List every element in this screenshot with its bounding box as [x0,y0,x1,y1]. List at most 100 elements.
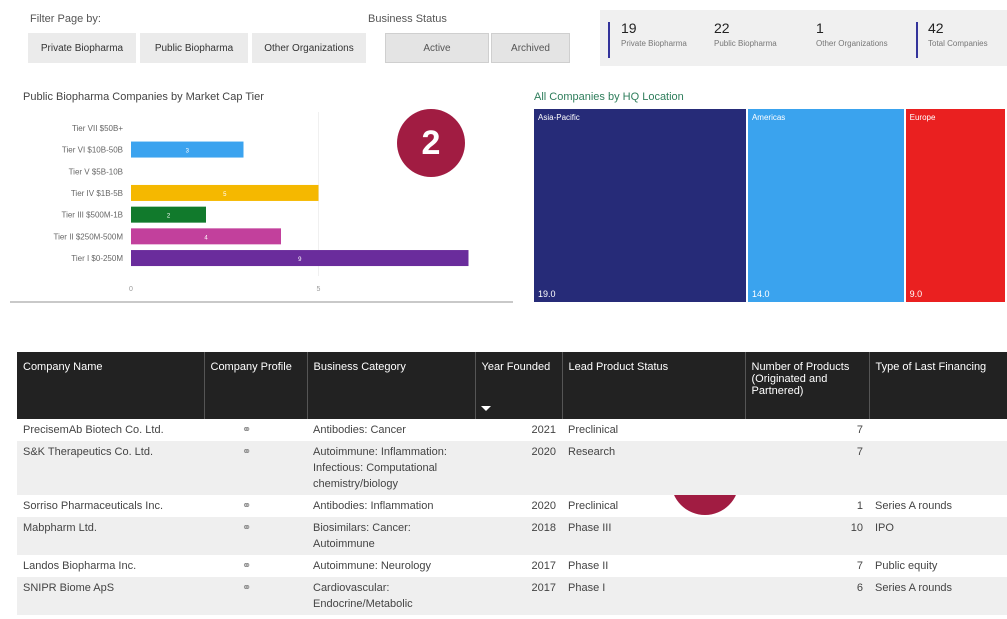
cell-business-category: Antibodies: Cancer [313,424,406,436]
table-row[interactable]: SNIPR Biome ApS ⚭ Cardiovascular: Endocrin… [17,577,1007,615]
treemap-tile-name: Europe [909,113,936,122]
x-tick-label: 5 [317,286,321,293]
kpi-value: 1 [816,20,824,36]
kpi-label: Other Organizations [816,39,888,48]
cell-company-name: Landos Biopharma Inc. [23,560,137,572]
step-badge-2: 2 [397,109,465,177]
cell-year-founded: 2017 [531,560,556,572]
col-header-lead-product-status[interactable]: Lead Product Status [562,352,746,419]
status-active-button[interactable]: Active [385,33,489,63]
x-tick-label: 0 [129,286,133,293]
kpi-value: 42 [928,20,944,36]
cell-company-name: S&K Therapeutics Co. Ltd. [23,446,154,458]
kpi-divider [608,22,610,58]
cell-type-of-last-financing: Public equity [875,560,938,572]
filter-page-label: Filter Page by: [30,13,101,25]
cell-type-of-last-financing: IPO [875,522,894,534]
table-row[interactable]: Landos Biopharma Inc. ⚭ Autoimmune: Neurol… [17,555,1007,577]
kpi-other-organizations: 1 Other Organizations [816,20,888,48]
col-header-year-founded[interactable]: Year Founded [475,352,563,419]
cell-year-founded: 2020 [531,446,556,458]
cell-year-founded: 2018 [531,522,556,534]
cell-year-founded: 2021 [531,424,556,436]
cell-type-of-last-financing [869,419,1007,441]
cell-business-category: Cardiovascular: Endocrine/Metabolic [313,582,413,610]
table-row[interactable]: Sorriso Pharmaceuticals Inc. ⚭ Antibodies:… [17,495,1007,517]
cell-lead-product-status: Phase III [568,522,612,534]
kpi-label: Public Biopharma [714,39,777,48]
kpi-private-biopharma: 19 Private Biopharma [621,20,687,48]
col-header-year-founded-label: Year Founded [481,361,551,373]
col-header-type-of-last-financing[interactable]: Type of Last Financing [869,352,1007,419]
bar-category-label: Tier II $250M-500M [53,232,123,241]
treemap-tile-value: 19.0 [538,289,556,299]
col-header-company-name[interactable]: Company Name [17,352,205,419]
col-header-business-category[interactable]: Business Category [307,352,476,419]
cell-company-name: Sorriso Pharmaceuticals Inc. [23,500,163,512]
kpi-value: 19 [621,20,637,36]
filter-public-biopharma-button[interactable]: Public Biopharma [140,33,248,63]
companies-table: Company Name Company Profile Business Ca… [17,352,1007,619]
company-profile-link-icon[interactable]: ⚭ [204,441,307,495]
company-profile-link-icon[interactable]: ⚭ [204,495,307,517]
cell-lead-product-status: Phase I [568,582,606,594]
cell-lead-product-status: Phase II [568,560,609,572]
kpi-label: Private Biopharma [621,39,687,48]
cell-number-of-products: 7 [856,424,863,436]
cell-number-of-products: 7 [856,446,863,458]
table-row[interactable]: PrecisemAb Biotech Co. Ltd. ⚭ Antibodies: … [17,419,1007,441]
bar-category-label: Tier VI $10B-50B [62,146,123,155]
kpi-value: 22 [714,20,730,36]
treemap-tile-value: 14.0 [751,289,770,299]
cell-business-category: Antibodies: Inflammation [313,500,434,512]
treemap-tile[interactable]: Europe 9.0 [905,109,1005,302]
company-profile-link-icon[interactable]: ⚭ [204,419,307,441]
col-header-number-of-products[interactable]: Number of Products (Originated and Partn… [745,352,870,419]
company-profile-link-icon[interactable]: ⚭ [204,517,307,555]
treemap-tile[interactable]: Americas 14.0 [747,109,904,302]
kpi-public-biopharma: 22 Public Biopharma [714,20,777,48]
cell-business-category: Autoimmune: Inflammation: Infectious: Co… [313,446,447,490]
treemap-tile-name: Asia-Pacific [538,113,580,122]
bar-category-label: Tier V $5B-10B [69,167,123,176]
status-archived-button[interactable]: Archived [491,33,570,63]
cell-company-name: SNIPR Biome ApS [23,582,115,594]
cell-company-name: PrecisemAb Biotech Co. Ltd. [23,424,164,436]
kpi-label: Total Companies [928,39,988,48]
sort-descending-icon[interactable] [480,406,491,411]
kpi-divider [916,22,918,58]
cell-type-of-last-financing: Series A rounds [875,500,953,512]
chart-divider [10,301,513,303]
col-header-company-profile[interactable]: Company Profile [204,352,308,419]
cell-year-founded: 2017 [531,582,556,594]
cell-number-of-products: 1 [856,500,863,512]
treemap-title: All Companies by HQ Location [534,91,684,103]
cell-company-name: Mabpharm Ltd. [23,522,97,534]
cell-number-of-products: 6 [856,582,863,594]
treemap-tile[interactable]: Asia-Pacific 19.0 [534,109,746,302]
company-profile-link-icon[interactable]: ⚭ [204,555,307,577]
bar-category-label: Tier VII $50B+ [72,124,123,133]
bar-category-label: Tier IV $1B-5B [71,189,123,198]
cell-type-of-last-financing: Series A rounds [875,582,953,594]
cell-number-of-products: 10 [850,522,863,534]
cell-lead-product-status: Preclinical [568,500,619,512]
bar-chart-title: Public Biopharma Companies by Market Cap… [23,91,264,103]
table-row[interactable]: S&K Therapeutics Co. Ltd. ⚭ Autoimmune: In… [17,441,1007,495]
company-profile-link-icon[interactable]: ⚭ [204,577,307,615]
filter-private-biopharma-button[interactable]: Private Biopharma [28,33,136,63]
table-header-row: Company Name Company Profile Business Ca… [17,352,1007,419]
kpi-total-companies: 42 Total Companies [928,20,988,48]
bar-category-label: Tier III $500M-1B [61,211,123,220]
hq-location-treemap: Asia-Pacific 19.0 Americas 14.0 Europe 9.0 [534,109,1007,302]
cell-business-category: Biosimilars: Cancer: Autoimmune [313,522,411,550]
cell-number-of-products: 7 [856,560,863,572]
cell-business-category: Autoimmune: Neurology [313,560,432,572]
table-row[interactable]: Mabpharm Ltd. ⚭ Biosimilars: Cancer: Autoi… [17,517,1007,555]
cell-lead-product-status: Research [568,446,616,458]
treemap-tile-value: 9.0 [909,289,923,299]
filter-other-organizations-button[interactable]: Other Organizations [252,33,366,63]
bar-category-label: Tier I $0-250M [71,254,123,263]
treemap-tile-name: Americas [751,113,786,122]
cell-year-founded: 2020 [531,500,556,512]
